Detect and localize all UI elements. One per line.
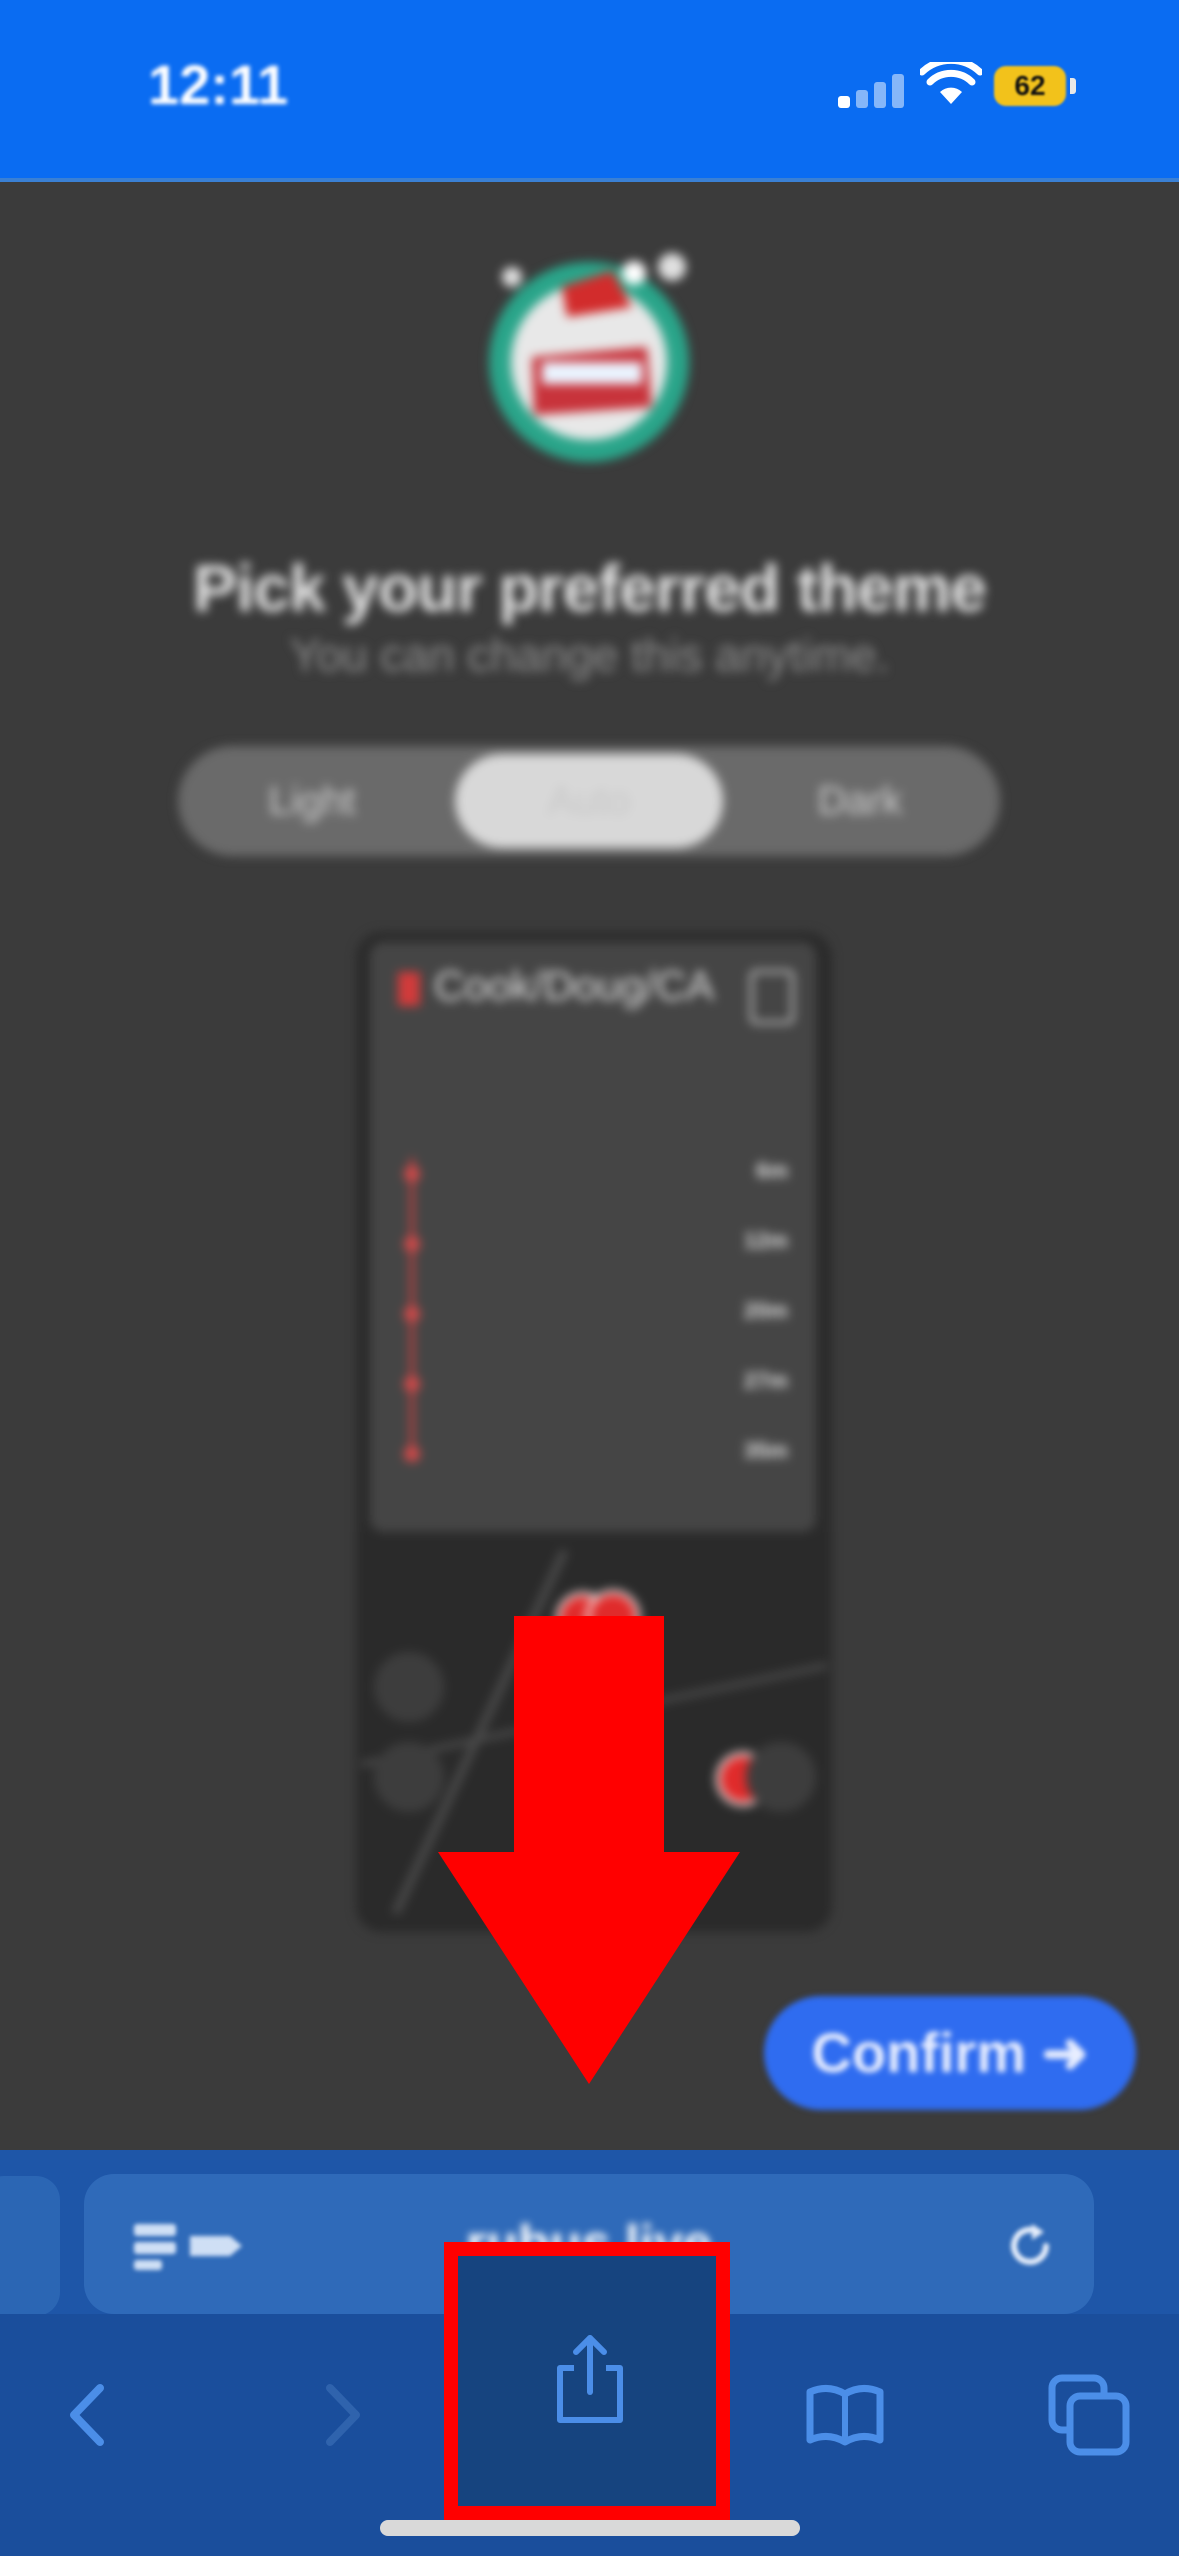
page-subtitle: You can change this anytime. [289,629,890,681]
route-card: Cook/Doug/CA 6m 12m 20m 27m 35m [370,942,816,1532]
bookmarks-icon[interactable] [800,2370,890,2460]
map-bus-button [374,1652,444,1722]
confirm-button[interactable]: Confirm ➜ [764,1996,1136,2110]
home-indicator [380,2520,800,2536]
bus-logo-icon [489,253,689,462]
theme-segmented-control: Light Auto Dark [178,746,1000,856]
map-locate-button [746,1742,816,1812]
tabs-icon[interactable] [1044,2370,1134,2460]
theme-option-auto[interactable]: Auto [455,754,723,848]
bus-icon [750,970,794,1024]
list-item: 27m [400,1358,804,1418]
battery-tip [1070,78,1076,94]
list-item: 12m [400,1218,804,1278]
list-item: 6m [400,1148,804,1208]
annotation-arrow-head [438,1852,740,2084]
battery-icon: 62 [994,66,1066,106]
back-icon[interactable] [44,2370,134,2460]
theme-option-dark[interactable]: Dark [726,746,994,856]
previous-tab-peek[interactable] [0,2176,60,2316]
theme-option-light[interactable]: Light [178,746,446,856]
reload-icon[interactable] [1002,2218,1058,2274]
annotation-arrow-shaft [514,1616,664,1856]
map-route-button [374,1742,444,1812]
cellular-signal-icon [838,72,908,108]
wifi-icon [920,62,982,104]
annotation-highlight-box [444,2242,730,2520]
status-time: 12:11 [148,53,289,116]
route-name: Cook/Doug/CA [434,962,715,1009]
route-badge [398,972,420,1006]
list-item: 20m [400,1288,804,1348]
status-bar: 12:11 62 [0,0,1179,182]
forward-icon[interactable] [296,2370,386,2460]
list-item: 35m [400,1428,804,1488]
page-title: Pick your preferred theme [193,551,987,625]
